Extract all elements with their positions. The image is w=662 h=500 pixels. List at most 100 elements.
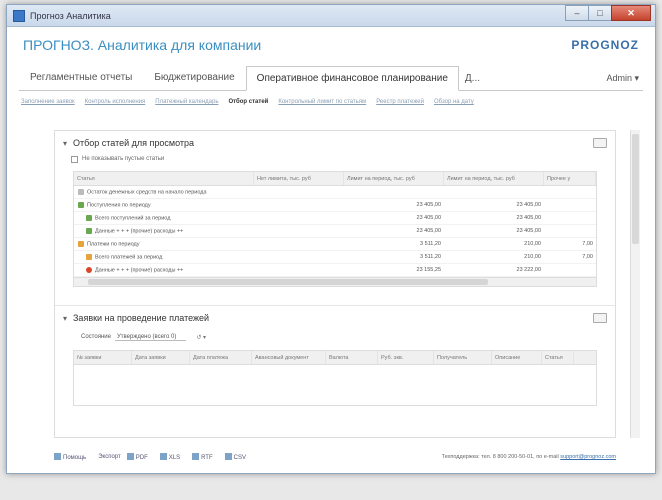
close-button[interactable]: ✕	[611, 5, 651, 21]
articles-grid: Статья Нет лимита, тыс. руб Лимит на пер…	[73, 171, 597, 287]
col-header-other[interactable]: Прочее у	[544, 172, 596, 185]
payments-grid-header: № заявки Дата заявки Дата платежа Авансовый…	[74, 351, 596, 365]
row-value-cell: 23 405,00	[416, 215, 441, 221]
payments-col-header[interactable]: Руб. экв.	[378, 351, 434, 364]
status-filter-select[interactable]: Утверждено (всего 0)	[114, 334, 187, 341]
col-header-limit-1[interactable]: Лимит на период, тыс. руб	[344, 172, 444, 185]
payments-col-header[interactable]: Описание	[492, 351, 542, 364]
col-header-limit-2[interactable]: Лимит на период, тыс. руб	[444, 172, 544, 185]
export-pdf-button[interactable]: PDF	[126, 453, 154, 461]
subtab-overview[interactable]: Обзор на дату	[434, 99, 474, 113]
table-row[interactable]: Поступления по периоду 23 405,00 23 405,00	[74, 199, 596, 212]
row-value-cell: 23 222,00	[516, 267, 541, 273]
row-label-cell: Поступления по периоду	[74, 201, 254, 208]
subtab-registry[interactable]: Реестр платежей	[376, 99, 424, 113]
export-csv-button[interactable]: CSV	[224, 453, 252, 461]
tab-reports[interactable]: Регламентные отчеты	[19, 65, 143, 90]
export-rtf-label: RTF	[201, 454, 213, 461]
payments-col-header[interactable]: Валюта	[326, 351, 378, 364]
row-status-icon	[78, 240, 84, 247]
user-dropdown-label: Admin	[606, 73, 632, 83]
table-row[interactable]: Платежи по периоду 3 511,20 210,00 7,00	[74, 238, 596, 251]
status-filter-label: Состояние	[81, 334, 111, 340]
row-label: Данные + + + (прочие) расходы ++	[95, 267, 184, 274]
tab-operational-planning[interactable]: Оперативное финансовое планирование	[245, 66, 459, 91]
support-email-link[interactable]: support@prognoz.com	[560, 454, 616, 460]
row-label: Всего платежей за период	[95, 254, 163, 261]
articles-grid-header: Статья Нет лимита, тыс. руб Лимит на пер…	[74, 172, 596, 186]
tab-more[interactable]: Д...	[459, 67, 486, 90]
collapse-icon[interactable]: ▾	[63, 314, 73, 323]
subtab-control[interactable]: Контроль исполнения	[85, 99, 146, 113]
export-xls-button[interactable]: XLS	[159, 453, 186, 461]
subtab-requests[interactable]: Заполнение заявок	[21, 99, 75, 113]
help-link[interactable]: Помощь	[54, 453, 92, 461]
table-row[interactable]: Остаток денежных средств на начало перио…	[74, 186, 596, 199]
row-label-cell: Данные + + + (прочие) расходы ++	[74, 227, 254, 235]
window-controls: – □ ✕	[565, 5, 651, 23]
table-row[interactable]: Данные + + + (прочие) расходы ++ 23 155,2…	[74, 264, 596, 277]
subtab-calendar[interactable]: Платежный календарь	[155, 99, 218, 113]
hide-empty-label: Не показывать пустые статьи	[82, 156, 165, 162]
table-row[interactable]: Данные + + + (прочие) расходы ++ 23 405,0…	[74, 225, 596, 238]
collapse-icon[interactable]: ▾	[63, 139, 73, 148]
export-csv-label: CSV	[233, 454, 246, 461]
support-text: Техподдержка: тел. 8 800 200-50-01, по e…	[441, 454, 559, 460]
row-label: Платежи по периоду	[87, 241, 140, 248]
scrollbar-thumb[interactable]	[632, 134, 639, 244]
payments-panel-header[interactable]: ▾ Заявки на проведение платежей	[63, 310, 607, 326]
articles-panel-header[interactable]: ▾ Отбор статей для просмотра	[63, 135, 607, 151]
hide-empty-checkbox-row[interactable]: Не показывать пустые статьи	[71, 153, 607, 165]
payments-col-header[interactable]: № заявки	[74, 351, 132, 364]
articles-grid-body: Остаток денежных средств на начало перио…	[74, 186, 596, 277]
maximize-button[interactable]: □	[588, 5, 612, 21]
row-status-icon	[86, 214, 92, 221]
row-status-icon	[86, 253, 92, 260]
row-label: Остаток денежных средств на начало перио…	[87, 189, 207, 196]
row-label-cell: Данные + + + (прочие) расходы ++	[74, 266, 254, 274]
sub-navigation: Заполнение заявок Контроль исполнения Пл…	[21, 99, 641, 113]
subtab-limits[interactable]: Контрольный лимит по статьям	[278, 99, 366, 113]
export-pdf-label: PDF	[135, 454, 148, 461]
horizontal-scrollbar[interactable]	[74, 277, 596, 286]
section-divider	[55, 305, 615, 306]
col-header-no-limit[interactable]: Нет лимита, тыс. руб	[254, 172, 344, 185]
minimize-button[interactable]: –	[565, 5, 589, 21]
row-value-cell: 210,00	[524, 241, 541, 247]
hide-empty-checkbox[interactable]	[71, 155, 78, 163]
row-value-cell: 7,00	[582, 254, 593, 260]
payments-col-header[interactable]: Статья	[542, 351, 574, 364]
help-icon	[54, 453, 61, 461]
export-xls-label: XLS	[168, 454, 181, 461]
row-status-icon	[78, 201, 84, 208]
row-value-cell: 23 155,25	[416, 267, 441, 273]
row-label: Всего поступлений за период	[95, 215, 171, 222]
payments-col-header[interactable]: Авансовый документ	[252, 351, 326, 364]
app-icon	[13, 9, 25, 22]
col-header-article[interactable]: Статья	[74, 172, 254, 185]
vertical-scrollbar[interactable]	[630, 130, 640, 438]
payments-col-header[interactable]: Получатель	[434, 351, 492, 364]
rtf-icon	[192, 453, 200, 461]
subtab-selection[interactable]: Отбор статей	[228, 99, 268, 113]
tab-budgeting[interactable]: Бюджетирование	[143, 65, 245, 90]
scrollbar-thumb[interactable]	[88, 279, 488, 285]
panel-options-button[interactable]	[593, 138, 607, 148]
row-label-cell: Всего платежей за период	[74, 253, 254, 261]
row-value-cell: 3 511,20	[419, 254, 441, 260]
export-rtf-button[interactable]: RTF	[192, 453, 219, 461]
panel-options-button[interactable]	[593, 313, 607, 323]
user-dropdown[interactable]: Admin ▾	[602, 67, 643, 90]
support-info: Техподдержка: тел. 8 800 200-50-01, по e…	[442, 454, 616, 460]
table-row[interactable]: Всего поступлений за период 23 405,00 23 4…	[74, 212, 596, 225]
row-label: Данные + + + (прочие) расходы ++	[95, 228, 184, 235]
table-row[interactable]: Всего платежей за период 3 511,20 210,00 7,…	[74, 251, 596, 264]
payments-col-header[interactable]: Дата заявки	[132, 351, 190, 364]
footer: Помощь Экспорт PDF XLS RTF CSV Техподдер…	[54, 446, 616, 468]
row-value-cell: 23 405,00	[416, 202, 441, 208]
payments-grid-body	[74, 365, 596, 405]
payments-col-header[interactable]: Дата платежа	[190, 351, 252, 364]
brand-logo: PROGNOZ	[571, 38, 639, 52]
filter-arrows-icon[interactable]: ↺ ▾	[196, 334, 206, 341]
row-status-icon	[86, 227, 92, 234]
